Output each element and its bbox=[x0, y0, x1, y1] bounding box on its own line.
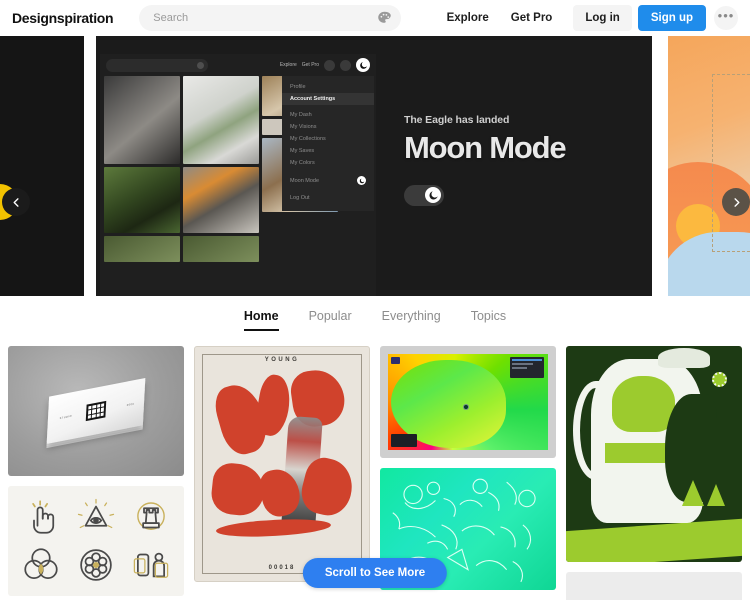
mockup-link-explore: Explore bbox=[279, 62, 297, 68]
content-grid-area: STUDIO 0000 YOUNG 00018 Scroll to See Mo… bbox=[0, 338, 750, 600]
more-options-icon[interactable]: ••• bbox=[714, 6, 738, 30]
nav-link-get-pro[interactable]: Get Pro bbox=[500, 6, 564, 30]
slide-dashed-frame bbox=[712, 74, 750, 252]
sun-motif-icon bbox=[712, 371, 728, 387]
mockup-menu-item-my-dash: My Dash bbox=[290, 112, 312, 118]
mockup-menu-item-moon-mode: Moon Mode bbox=[282, 173, 374, 188]
moon-icon bbox=[425, 187, 441, 204]
mockup-menu-item-my-visions: My Visions bbox=[290, 124, 317, 130]
grid-card-kyrie-poster[interactable]: YOUNG 00018 bbox=[194, 346, 370, 582]
mockup-thumbnail bbox=[104, 76, 180, 164]
card-text-right: 0000 bbox=[126, 402, 135, 407]
mockup-column bbox=[183, 76, 259, 296]
mockup-thumbnail bbox=[183, 167, 259, 233]
mockup-toolbar: Explore Get Pro bbox=[100, 54, 376, 76]
search-box[interactable] bbox=[139, 5, 402, 31]
tab-home[interactable]: Home bbox=[243, 303, 279, 331]
chevron-right-icon bbox=[733, 197, 739, 207]
login-button[interactable]: Log in bbox=[573, 5, 632, 31]
grid-card-gradient-picker[interactable] bbox=[380, 346, 556, 458]
content-tabs: Home Popular Everything Topics bbox=[0, 296, 750, 338]
poster-frame bbox=[202, 354, 362, 574]
jug-lid bbox=[657, 348, 711, 368]
poster-base-band bbox=[566, 518, 742, 562]
tree-motif bbox=[706, 484, 725, 507]
grid-card-green-folk-poster[interactable] bbox=[566, 346, 742, 562]
header-nav: Explore Get Pro Log in Sign up ••• bbox=[436, 5, 738, 31]
mockup-account-menu: Profile Account Settings My Dash My Visi… bbox=[282, 76, 374, 211]
gradient-canvas bbox=[388, 354, 548, 450]
brand-logo[interactable]: Designspiration bbox=[12, 10, 114, 26]
hero-carousel: Explore Get Pro Profile Account Settings… bbox=[0, 36, 750, 296]
search-input[interactable] bbox=[139, 5, 402, 31]
hero-title: Moon Mode bbox=[404, 130, 567, 165]
hero-copy: The Eagle has landed Moon Mode bbox=[404, 114, 644, 206]
gradient-panel bbox=[510, 357, 544, 378]
mockup-column bbox=[104, 76, 180, 296]
signup-button[interactable]: Sign up bbox=[637, 5, 706, 31]
palette-icon[interactable] bbox=[377, 11, 392, 26]
film-reel-icon bbox=[75, 544, 117, 586]
moon-icon bbox=[357, 176, 366, 185]
grid-card-partial[interactable] bbox=[566, 572, 742, 600]
hero-kicker: The Eagle has landed bbox=[404, 114, 510, 126]
mockup-thumbnail bbox=[183, 236, 259, 262]
venn-diagram-icon bbox=[20, 544, 62, 586]
chevron-left-icon bbox=[13, 197, 19, 207]
carousel-prev-button[interactable] bbox=[2, 188, 30, 216]
carousel-next-button[interactable] bbox=[722, 188, 750, 216]
mockup-menu-label-moon-mode: Moon Mode bbox=[290, 177, 320, 184]
business-card-stack: STUDIO 0000 bbox=[46, 377, 146, 445]
gradient-corner-swatch bbox=[391, 357, 400, 364]
card-text-left: STUDIO bbox=[59, 414, 72, 420]
mockup-toolbar-right: Explore Get Pro bbox=[280, 54, 370, 76]
nav-link-explore[interactable]: Explore bbox=[436, 6, 500, 30]
mockup-minus-icon bbox=[324, 59, 335, 71]
gradient-tag bbox=[391, 434, 417, 447]
icon-collection bbox=[16, 496, 176, 586]
mockup-thumbnail bbox=[183, 76, 259, 164]
carousel-slide-previous[interactable] bbox=[0, 36, 84, 296]
tab-topics[interactable]: Topics bbox=[471, 303, 506, 331]
jug-inner-motif bbox=[611, 376, 676, 433]
carousel-slide-next[interactable] bbox=[668, 36, 750, 296]
mockup-link-get-pro: Get Pro bbox=[301, 62, 319, 68]
mockup-avatar bbox=[356, 58, 370, 72]
carousel-slide-active[interactable]: Explore Get Pro Profile Account Settings… bbox=[96, 36, 652, 296]
pointing-hand-icon bbox=[20, 496, 62, 538]
moon-mode-toggle[interactable] bbox=[404, 184, 444, 206]
mockup-menu-item-log-out: Log Out bbox=[290, 195, 310, 201]
mockup-menu-item-my-saves: My Saves bbox=[290, 148, 315, 154]
card-logo-icon bbox=[85, 400, 107, 422]
mockup-menu-item-account-settings: Account Settings bbox=[282, 93, 374, 105]
mockup-menu-item-my-collections: My Collections bbox=[290, 136, 326, 142]
scroll-to-see-more-button[interactable]: Scroll to See More bbox=[302, 558, 448, 588]
mockup-plus-icon bbox=[340, 59, 351, 71]
grid-card-icon-set[interactable] bbox=[8, 486, 184, 596]
app-mockup: Explore Get Pro Profile Account Settings… bbox=[100, 54, 376, 296]
all-seeing-eye-icon bbox=[75, 496, 117, 538]
mockup-thumbnail bbox=[104, 236, 180, 262]
mockup-menu-item-my-colors: My Colors bbox=[290, 160, 315, 166]
grid-card-business-card-mockup[interactable]: STUDIO 0000 bbox=[8, 346, 184, 476]
mockup-thumbnail bbox=[104, 167, 180, 233]
tree-motif bbox=[682, 479, 705, 506]
chess-rook-icon bbox=[130, 496, 172, 538]
mockup-menu-item-profile: Profile bbox=[290, 84, 306, 90]
mockup-search-input bbox=[106, 58, 208, 72]
person-device-icon bbox=[130, 544, 172, 586]
poster-top-label: YOUNG bbox=[264, 357, 300, 363]
site-header: Designspiration Explore Get Pro Log in S… bbox=[0, 0, 750, 36]
tab-everything[interactable]: Everything bbox=[382, 303, 441, 331]
tab-popular[interactable]: Popular bbox=[309, 303, 352, 331]
